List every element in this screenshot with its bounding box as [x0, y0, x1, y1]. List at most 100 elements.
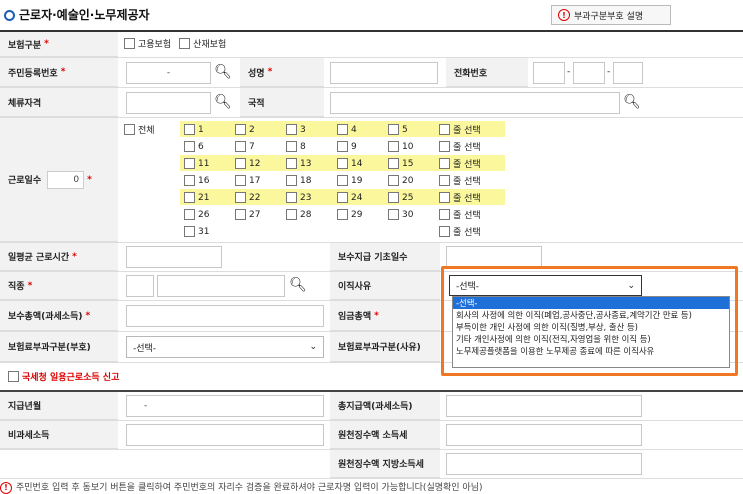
- day-checkbox-7[interactable]: 7: [231, 138, 282, 155]
- checkbox[interactable]: [184, 158, 195, 169]
- select-all-days[interactable]: 전체: [124, 123, 155, 136]
- withhold-local-tax-input[interactable]: [446, 453, 642, 475]
- day-checkbox-19[interactable]: 19: [333, 172, 384, 189]
- stay-status-search-icon[interactable]: 🔍︎: [213, 91, 233, 115]
- job-type-name-input[interactable]: [157, 275, 285, 297]
- resident-no-search-icon[interactable]: 🔍︎: [213, 61, 233, 85]
- checkbox[interactable]: [439, 158, 450, 169]
- leave-reason-option[interactable]: -선택-: [453, 297, 729, 309]
- day-checkbox-20[interactable]: 20: [384, 172, 435, 189]
- phone-part2-input[interactable]: [573, 62, 605, 84]
- row-select-checkbox[interactable]: 줄 선택: [435, 155, 505, 172]
- day-checkbox-12[interactable]: 12: [231, 155, 282, 172]
- employment-insurance-checkbox[interactable]: [124, 38, 135, 49]
- row-select-checkbox[interactable]: 줄 선택: [435, 138, 505, 155]
- checkbox[interactable]: [235, 209, 246, 220]
- avg-hours-input[interactable]: [126, 246, 222, 268]
- day-checkbox-8[interactable]: 8: [282, 138, 333, 155]
- name-input[interactable]: [330, 62, 438, 84]
- total-pay-input[interactable]: [126, 305, 324, 327]
- checkbox[interactable]: [184, 175, 195, 186]
- checkbox[interactable]: [337, 175, 348, 186]
- checkbox[interactable]: [337, 124, 348, 135]
- day-checkbox-23[interactable]: 23: [282, 189, 333, 206]
- checkbox[interactable]: [286, 124, 297, 135]
- checkbox[interactable]: [439, 226, 450, 237]
- day-checkbox-14[interactable]: 14: [333, 155, 384, 172]
- checkbox[interactable]: [184, 226, 195, 237]
- day-checkbox-31[interactable]: 31: [180, 223, 231, 240]
- checkbox[interactable]: [439, 192, 450, 203]
- checkbox[interactable]: [184, 209, 195, 220]
- checkbox[interactable]: [184, 141, 195, 152]
- checkbox[interactable]: [184, 192, 195, 203]
- day-checkbox-10[interactable]: 10: [384, 138, 435, 155]
- nts-report-toggle[interactable]: 국세청 일용근로소득 신고: [8, 370, 119, 383]
- day-checkbox-28[interactable]: 28: [282, 206, 333, 223]
- day-checkbox-25[interactable]: 25: [384, 189, 435, 206]
- phone-part3-input[interactable]: [613, 62, 643, 84]
- nationality-input[interactable]: [330, 92, 620, 114]
- checkbox[interactable]: [235, 175, 246, 186]
- pay-base-days-input[interactable]: [446, 246, 542, 268]
- nationality-search-icon[interactable]: 🔍︎: [622, 91, 642, 115]
- total-payment-input[interactable]: [446, 395, 642, 417]
- job-type-search-icon[interactable]: 🔍︎: [288, 274, 308, 298]
- checkbox[interactable]: [388, 175, 399, 186]
- day-checkbox-11[interactable]: 11: [180, 155, 231, 172]
- leave-reason-option[interactable]: 부득이한 개인 사정에 의한 이직(질병,부상, 출산 등): [453, 321, 729, 333]
- checkbox[interactable]: [388, 192, 399, 203]
- checkbox[interactable]: [184, 124, 195, 135]
- day-checkbox-1[interactable]: 1: [180, 121, 231, 138]
- checkbox[interactable]: [388, 158, 399, 169]
- checkbox[interactable]: [439, 124, 450, 135]
- checkbox[interactable]: [439, 175, 450, 186]
- checkbox[interactable]: [337, 209, 348, 220]
- day-checkbox-3[interactable]: 3: [282, 121, 333, 138]
- day-checkbox-26[interactable]: 26: [180, 206, 231, 223]
- select-all-checkbox[interactable]: [124, 124, 135, 135]
- checkbox[interactable]: [439, 209, 450, 220]
- leave-reason-option[interactable]: 회사의 사정에 의한 이직(폐업,공사중단,공사종료,계약기간 만료 등): [453, 309, 729, 321]
- day-checkbox-22[interactable]: 22: [231, 189, 282, 206]
- day-checkbox-24[interactable]: 24: [333, 189, 384, 206]
- row-select-checkbox[interactable]: 줄 선택: [435, 223, 505, 240]
- checkbox[interactable]: [286, 192, 297, 203]
- checkbox[interactable]: [439, 141, 450, 152]
- day-checkbox-6[interactable]: 6: [180, 138, 231, 155]
- day-checkbox-5[interactable]: 5: [384, 121, 435, 138]
- day-checkbox-4[interactable]: 4: [333, 121, 384, 138]
- checkbox[interactable]: [286, 209, 297, 220]
- checkbox[interactable]: [388, 124, 399, 135]
- day-checkbox-21[interactable]: 21: [180, 189, 231, 206]
- industrial-accident-checkbox[interactable]: [179, 38, 191, 49]
- day-checkbox-29[interactable]: 29: [333, 206, 384, 223]
- nts-report-checkbox[interactable]: [8, 371, 19, 382]
- leave-reason-option[interactable]: 노무제공플랫폼을 이용한 노무제공 종료에 따른 이직사유: [453, 345, 729, 357]
- phone-part1-input[interactable]: [533, 62, 565, 84]
- stay-status-input[interactable]: [126, 92, 211, 114]
- day-checkbox-9[interactable]: 9: [333, 138, 384, 155]
- row-select-checkbox[interactable]: 줄 선택: [435, 206, 505, 223]
- day-checkbox-15[interactable]: 15: [384, 155, 435, 172]
- levy-code-notice-select[interactable]: -선택- ⌄: [126, 336, 324, 358]
- checkbox[interactable]: [337, 141, 348, 152]
- checkbox[interactable]: [235, 124, 246, 135]
- checkbox[interactable]: [286, 158, 297, 169]
- checkbox[interactable]: [235, 141, 246, 152]
- day-checkbox-13[interactable]: 13: [282, 155, 333, 172]
- pay-year-month-input[interactable]: -: [126, 395, 324, 417]
- day-checkbox-18[interactable]: 18: [282, 172, 333, 189]
- checkbox[interactable]: [235, 192, 246, 203]
- checkbox[interactable]: [286, 141, 297, 152]
- row-select-checkbox[interactable]: 줄 선택: [435, 121, 505, 138]
- day-checkbox-17[interactable]: 17: [231, 172, 282, 189]
- resident-no-input[interactable]: -: [126, 62, 211, 84]
- checkbox[interactable]: [388, 141, 399, 152]
- leave-reason-option[interactable]: 기타 개인사정에 의한 이직(전직,자영업을 위한 이직 등): [453, 333, 729, 345]
- checkbox[interactable]: [388, 209, 399, 220]
- row-select-checkbox[interactable]: 줄 선택: [435, 189, 505, 206]
- day-checkbox-2[interactable]: 2: [231, 121, 282, 138]
- row-select-checkbox[interactable]: 줄 선택: [435, 172, 505, 189]
- withhold-income-tax-input[interactable]: [446, 424, 642, 446]
